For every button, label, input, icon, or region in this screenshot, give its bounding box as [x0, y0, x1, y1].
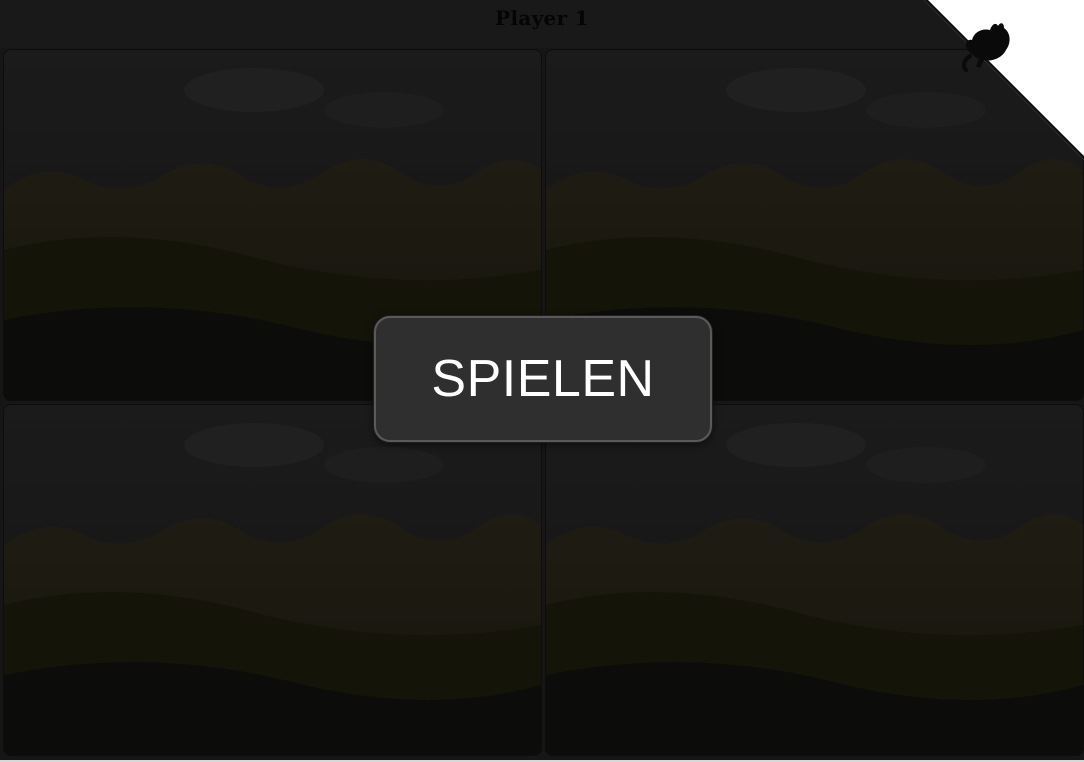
- board-bottom-right[interactable]: [546, 405, 1083, 755]
- player-header: Player 1: [0, 0, 1084, 48]
- player-title: Player 1: [495, 6, 589, 30]
- board-bottom-left[interactable]: [4, 405, 541, 755]
- landscape-image: [546, 405, 1083, 755]
- play-button[interactable]: SPIELEN: [374, 316, 712, 442]
- landscape-image: [4, 405, 541, 755]
- game-stage: Player 1 SPIELEN: [0, 0, 1084, 762]
- github-octocat-icon: [924, 0, 1084, 160]
- github-corner-link[interactable]: [924, 0, 1084, 160]
